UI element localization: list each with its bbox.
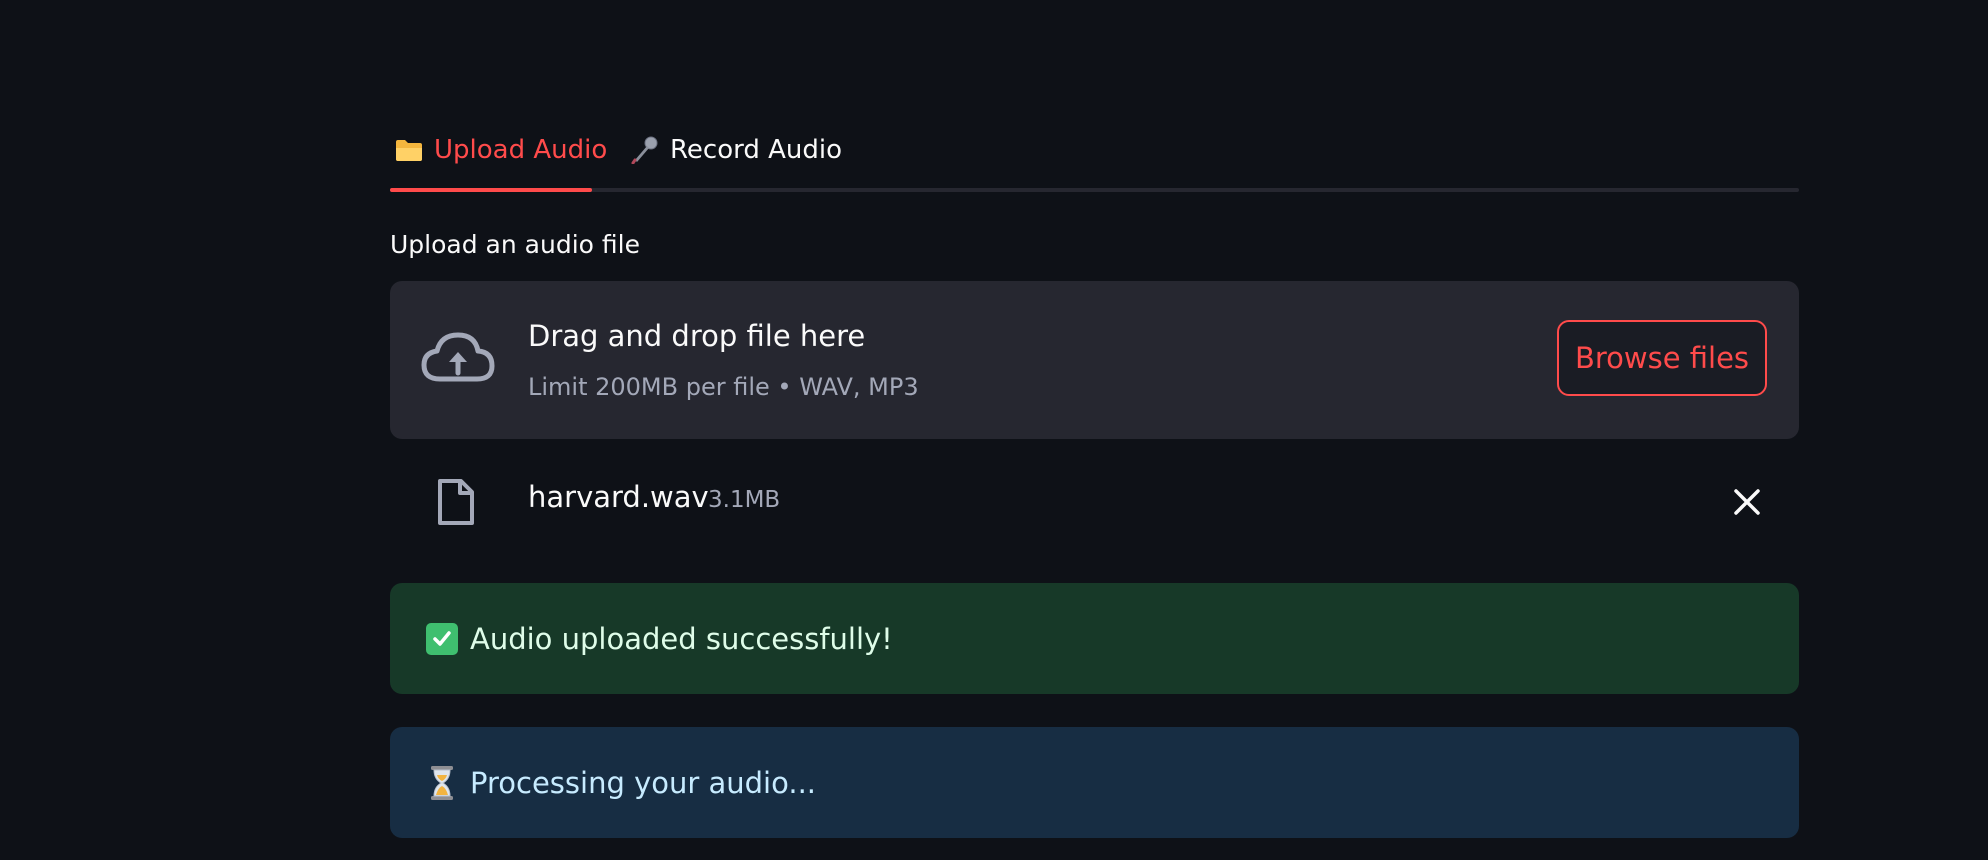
tab-upload-audio[interactable]: Upload Audio bbox=[394, 130, 607, 170]
close-icon[interactable] bbox=[1731, 486, 1763, 518]
microphone-icon bbox=[631, 136, 658, 164]
uploaded-file-row: harvard.wav 3.1MB bbox=[390, 462, 1799, 542]
main-content: Upload Audio Record Audio Upload an audi… bbox=[390, 0, 1799, 860]
dropzone-limits: Limit 200MB per file • WAV, MP3 bbox=[528, 373, 919, 401]
tab-bar: Upload Audio Record Audio bbox=[390, 120, 1799, 194]
hourglass-icon bbox=[431, 765, 453, 800]
tab-label: Record Audio bbox=[670, 135, 842, 165]
file-dropzone[interactable]: Drag and drop file here Limit 200MB per … bbox=[390, 281, 1799, 439]
info-message: Processing your audio... bbox=[470, 765, 817, 800]
success-alert: Audio uploaded successfully! bbox=[390, 583, 1799, 694]
upload-label: Upload an audio file bbox=[390, 230, 640, 259]
success-message: Audio uploaded successfully! bbox=[470, 621, 893, 656]
active-tab-indicator bbox=[390, 188, 592, 192]
info-alert: Processing your audio... bbox=[390, 727, 1799, 838]
tab-record-audio[interactable]: Record Audio bbox=[630, 130, 842, 170]
tab-label: Upload Audio bbox=[434, 135, 608, 165]
file-name: harvard.wav bbox=[528, 480, 709, 514]
tab-track bbox=[390, 188, 1799, 192]
folder-icon bbox=[396, 140, 422, 161]
browse-files-button[interactable]: Browse files bbox=[1557, 320, 1767, 396]
file-icon bbox=[438, 479, 474, 525]
dropzone-title: Drag and drop file here bbox=[528, 319, 866, 353]
check-mark-icon bbox=[426, 622, 458, 655]
file-size: 3.1MB bbox=[708, 487, 781, 513]
cloud-upload-icon bbox=[421, 332, 495, 382]
